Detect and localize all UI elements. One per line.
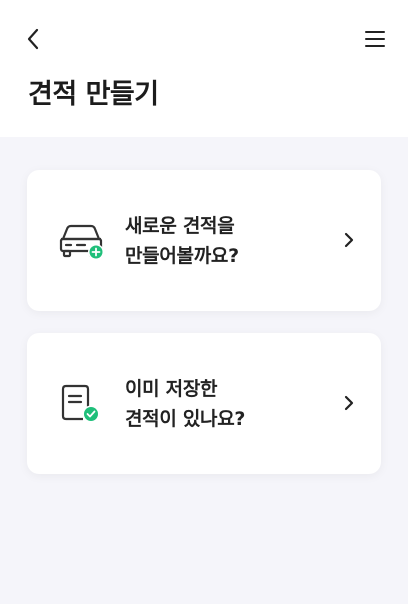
app-header: 견적 만들기: [0, 0, 408, 137]
saved-estimate-line1: 이미 저장한: [125, 378, 218, 400]
hamburger-menu-icon: [365, 31, 385, 47]
document-check-icon: [61, 384, 100, 423]
chevron-right-icon: [344, 232, 354, 248]
back-button[interactable]: [20, 26, 46, 52]
new-estimate-line2: 만들어볼까요?: [125, 245, 239, 267]
new-estimate-card[interactable]: 새로운 견적을 만들어볼까요?: [27, 170, 381, 311]
new-estimate-line1: 새로운 견적을: [125, 215, 235, 237]
chevron-right-icon: [344, 395, 354, 411]
menu-button[interactable]: [362, 26, 388, 52]
saved-estimate-card[interactable]: 이미 저장한 견적이 있나요?: [27, 333, 381, 474]
new-estimate-text: 새로운 견적을 만들어볼까요?: [125, 211, 239, 271]
car-add-icon: [59, 224, 104, 260]
saved-estimate-line2: 견적이 있나요?: [125, 408, 246, 430]
chevron-left-icon: [27, 28, 39, 50]
saved-estimate-text: 이미 저장한 견적이 있나요?: [125, 374, 245, 434]
page-title: 견적 만들기: [28, 79, 159, 110]
